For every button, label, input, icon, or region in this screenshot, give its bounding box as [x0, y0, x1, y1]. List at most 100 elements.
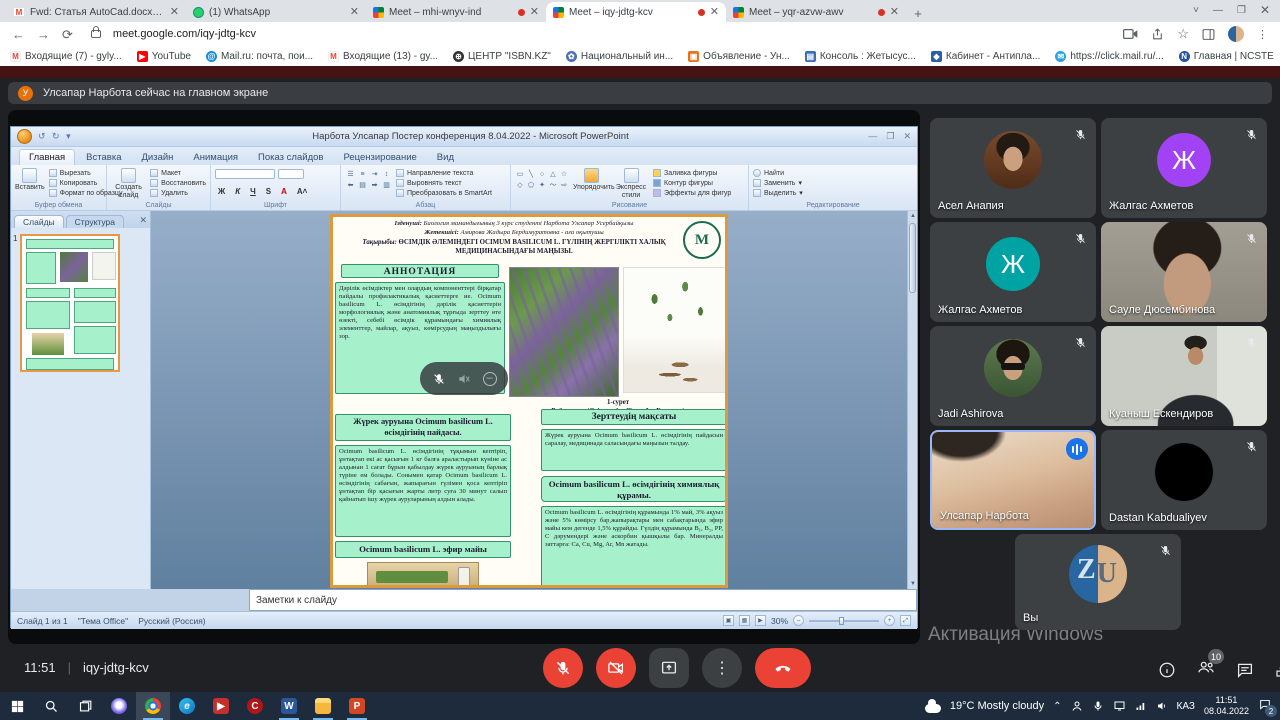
- forward-icon[interactable]: →: [37, 28, 50, 41]
- bookmark[interactable]: ✉https://click.mail.ru/...: [1055, 51, 1163, 62]
- shape-fill-button[interactable]: Заливка фигуры: [653, 169, 731, 177]
- ppt-minimize-icon[interactable]: —: [868, 131, 877, 142]
- browser-tab[interactable]: Meet – yqr-azvw-awv✕: [726, 2, 906, 22]
- browser-tab-active[interactable]: Meet – iqy-jdtg-kcv✕: [546, 2, 726, 22]
- tab-close-icon[interactable]: ✕: [890, 7, 899, 18]
- participant-tile[interactable]: Куаныш Ескендиров: [1101, 326, 1267, 426]
- taskbar-edge-icon[interactable]: e: [170, 692, 204, 720]
- tab-close-icon[interactable]: ✕: [350, 7, 359, 18]
- spacing-icon[interactable]: ↕: [381, 169, 392, 179]
- paste-button[interactable]: Вставить: [15, 167, 45, 200]
- bookmark[interactable]: MВходящие (13) - gy...: [328, 51, 438, 62]
- meeting-details-icon[interactable]: [1158, 661, 1176, 679]
- zoom-slider[interactable]: [809, 620, 879, 622]
- taskbar-clock[interactable]: 11:5108.04.2022: [1204, 695, 1249, 718]
- taskbar-red-c-app-icon[interactable]: C: [238, 692, 272, 720]
- replace-button[interactable]: Заменить ▾: [753, 179, 803, 187]
- text-direction-button[interactable]: Направление текста: [396, 169, 492, 177]
- notes-placeholder[interactable]: Заметки к слайду: [249, 589, 917, 611]
- taskbar-chrome-icon[interactable]: [136, 692, 170, 720]
- bookmark[interactable]: MВходящие (7) - gyly...: [10, 51, 122, 62]
- profile-avatar[interactable]: [1228, 26, 1244, 42]
- reload-icon[interactable]: ⟳: [62, 28, 73, 41]
- tray-person-icon[interactable]: [1071, 700, 1083, 712]
- grow-font-button[interactable]: A˄: [294, 186, 310, 197]
- select-button[interactable]: Выделить ▾: [753, 189, 803, 197]
- mic-toggle-button[interactable]: [543, 648, 583, 688]
- volume-icon[interactable]: [1156, 700, 1168, 712]
- mic-off-icon[interactable]: [432, 372, 446, 386]
- task-view-icon[interactable]: [68, 692, 102, 720]
- browser-tab[interactable]: Meet – mhi-wnyv-ind✕: [366, 2, 546, 22]
- ribbon-tab-view[interactable]: Вид: [428, 150, 463, 165]
- quick-access-toolbar[interactable]: ↺ ↻ ▾: [38, 131, 73, 142]
- share-icon[interactable]: [1151, 28, 1164, 41]
- bookmark[interactable]: ⊕ЦЕНТР "ISBN.KZ": [453, 51, 551, 62]
- font-size-select[interactable]: [278, 169, 304, 179]
- ribbon-tab-design[interactable]: Дизайн: [132, 150, 182, 165]
- ribbon-tab-animation[interactable]: Анимация: [184, 150, 247, 165]
- slide-sorter-icon[interactable]: ▦: [739, 615, 750, 626]
- minimize-icon[interactable]: —: [1213, 5, 1223, 16]
- url-text[interactable]: meet.google.com/iqy-jdtg-kcv: [113, 28, 256, 40]
- bookmark[interactable]: ▶YouTube: [137, 51, 191, 62]
- office-button[interactable]: [17, 129, 32, 144]
- font-color-button[interactable]: А: [278, 186, 290, 197]
- ribbon-tab-home[interactable]: Главная: [19, 149, 75, 165]
- zoom-out-icon[interactable]: –: [793, 615, 804, 626]
- participant-tile[interactable]: Асел Анапия: [930, 118, 1096, 218]
- tray-expand-icon[interactable]: ⌃: [1053, 701, 1061, 712]
- keyboard-language[interactable]: КАЗ: [1177, 701, 1195, 712]
- weather-text[interactable]: 19°C Mostly cloudy: [950, 700, 1044, 712]
- shape-outline-button[interactable]: Контур фигуры: [653, 179, 731, 187]
- participant-tile[interactable]: Сауле Дюсембинова: [1101, 222, 1267, 322]
- bookmark[interactable]: NГлавная | NCSTE: [1179, 51, 1274, 62]
- normal-view-icon[interactable]: ▣: [723, 615, 734, 626]
- new-tab-button[interactable]: +: [906, 4, 930, 22]
- participant-tile[interactable]: Dastan Kabdualiyev: [1101, 430, 1267, 530]
- bookmark[interactable]: ✿Национальный ин...: [566, 51, 673, 62]
- more-options-button[interactable]: ⋮: [702, 648, 742, 688]
- ribbon-tab-insert[interactable]: Вставка: [77, 150, 130, 165]
- weather-icon[interactable]: [925, 704, 941, 713]
- activities-icon[interactable]: [1274, 661, 1280, 679]
- close-icon[interactable]: ✕: [1260, 3, 1270, 17]
- tab-slides[interactable]: Слайды: [14, 215, 64, 228]
- bookmark[interactable]: @Mail.ru: почта, пои...: [206, 51, 313, 62]
- bold-button[interactable]: Ж: [215, 186, 228, 197]
- participant-tile[interactable]: Ж Жалгас Ахметов: [930, 222, 1096, 322]
- shapes-gallery[interactable]: ▭╲○△☆ ◇⬠✦〜⇨: [515, 167, 569, 200]
- notification-center-icon[interactable]: 2: [1258, 698, 1272, 714]
- slideshow-icon[interactable]: ▶: [755, 615, 766, 626]
- numbering-icon[interactable]: ≡: [357, 169, 368, 179]
- bookmark[interactable]: ◆Кабинет - Антипла...: [931, 51, 1040, 62]
- search-icon[interactable]: [34, 692, 68, 720]
- align-text-button[interactable]: Выровнять текст: [396, 179, 492, 187]
- taskbar-powerpoint-icon[interactable]: P: [340, 692, 374, 720]
- tab-close-icon[interactable]: ✕: [530, 7, 539, 18]
- zoom-in-icon[interactable]: +: [884, 615, 895, 626]
- remove-tile-icon[interactable]: –: [483, 372, 497, 386]
- participant-tile-speaking[interactable]: Улсапар Нарбота: [930, 430, 1096, 530]
- layout-button[interactable]: Макет: [150, 169, 206, 177]
- align-left-icon[interactable]: ⬅: [345, 180, 356, 190]
- cortana-icon[interactable]: [102, 692, 136, 720]
- participant-tile[interactable]: Jadi Ashirova: [930, 326, 1096, 426]
- align-right-icon[interactable]: ➡: [369, 180, 380, 190]
- scrollbar-thumb[interactable]: [909, 223, 916, 293]
- taskbar-red-app-icon[interactable]: ▶: [204, 692, 238, 720]
- taskbar-explorer-icon[interactable]: [306, 692, 340, 720]
- side-panel-icon[interactable]: [1202, 28, 1215, 41]
- ribbon-tab-review[interactable]: Рецензирование: [334, 150, 425, 165]
- participant-tile[interactable]: Ж Жалгас Ахметов: [1101, 118, 1267, 218]
- browser-tab[interactable]: (1) WhatsApp✕: [186, 2, 366, 22]
- present-button[interactable]: [649, 648, 689, 688]
- audio-off-icon[interactable]: [457, 372, 471, 386]
- underline-button[interactable]: Ч: [247, 186, 259, 197]
- status-language[interactable]: Русский (Россия): [138, 616, 205, 626]
- ppt-close-icon[interactable]: ✕: [903, 131, 911, 142]
- network-icon[interactable]: [1135, 700, 1147, 712]
- camera-toggle-button[interactable]: [596, 648, 636, 688]
- vertical-scrollbar[interactable]: ▲ ▼: [907, 211, 917, 589]
- leave-call-button[interactable]: [755, 648, 811, 688]
